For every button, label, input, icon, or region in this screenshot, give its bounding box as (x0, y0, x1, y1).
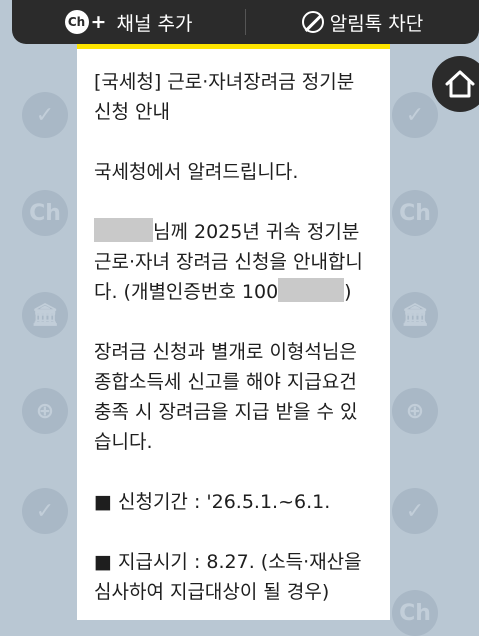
redacted-number (278, 278, 345, 302)
message-body: [국세청] 근로·자녀장려금 정기분 신청 안내 국세청에서 알려드립니다. 님… (77, 49, 390, 607)
add-channel-label: 채널 추가 (116, 12, 193, 35)
home-icon (445, 70, 475, 98)
payment-timing: ■ 지급시기 : 8.27. (소득·재산을 심사하여 지급대상이 될 경우) (94, 551, 362, 603)
block-notification-button[interactable]: 알림톡 차단 (246, 9, 479, 36)
background-check-icon: ✓ (392, 92, 438, 138)
block-notification-label: 알림톡 차단 (329, 12, 424, 35)
background-bank-icon: 🏛 (392, 292, 438, 338)
home-button[interactable] (432, 56, 479, 112)
message-paragraph-2: 장려금 신청과 별개로 이형석님은 종합소득세 신고를 해야 지급요건 충족 시… (94, 341, 358, 453)
message-paragraph-1: 님께 2025년 귀속 정기분 근로·자녀 장려금 신청을 안내합니다. (개별… (94, 217, 374, 307)
background-check-icon: ✓ (22, 92, 68, 138)
block-icon (301, 11, 324, 33)
background-bank-icon: 🏛 (22, 292, 68, 338)
message-bubble: [국세청] 근로·자녀장려금 정기분 신청 안내 국세청에서 알려드립니다. 님… (77, 44, 390, 620)
add-channel-button[interactable]: Ch + 채널 추가 (12, 9, 245, 36)
plus-icon: + (90, 11, 107, 33)
background-ch-icon: Ch (392, 590, 438, 636)
background-ch-icon: Ch (22, 190, 68, 236)
background-check-icon: ✓ (392, 488, 438, 534)
background-check-icon: ✓ (22, 488, 68, 534)
message-title: [국세청] 근로·자녀장려금 정기분 신청 안내 (94, 71, 355, 123)
application-period: ■ 신청기간 : '26.5.1.~6.1. (94, 491, 331, 513)
channel-action-bar: Ch + 채널 추가 알림톡 차단 (12, 0, 479, 44)
background-globe-icon: ⊕ (22, 388, 68, 434)
background-globe-icon: ⊕ (392, 388, 438, 434)
channel-logo-icon: Ch (64, 10, 89, 34)
message-greeting: 국세청에서 알려드립니다. (94, 161, 299, 183)
redacted-name (94, 218, 153, 242)
background-ch-icon: Ch (392, 190, 438, 236)
paragraph-1-close: ) (344, 281, 352, 303)
